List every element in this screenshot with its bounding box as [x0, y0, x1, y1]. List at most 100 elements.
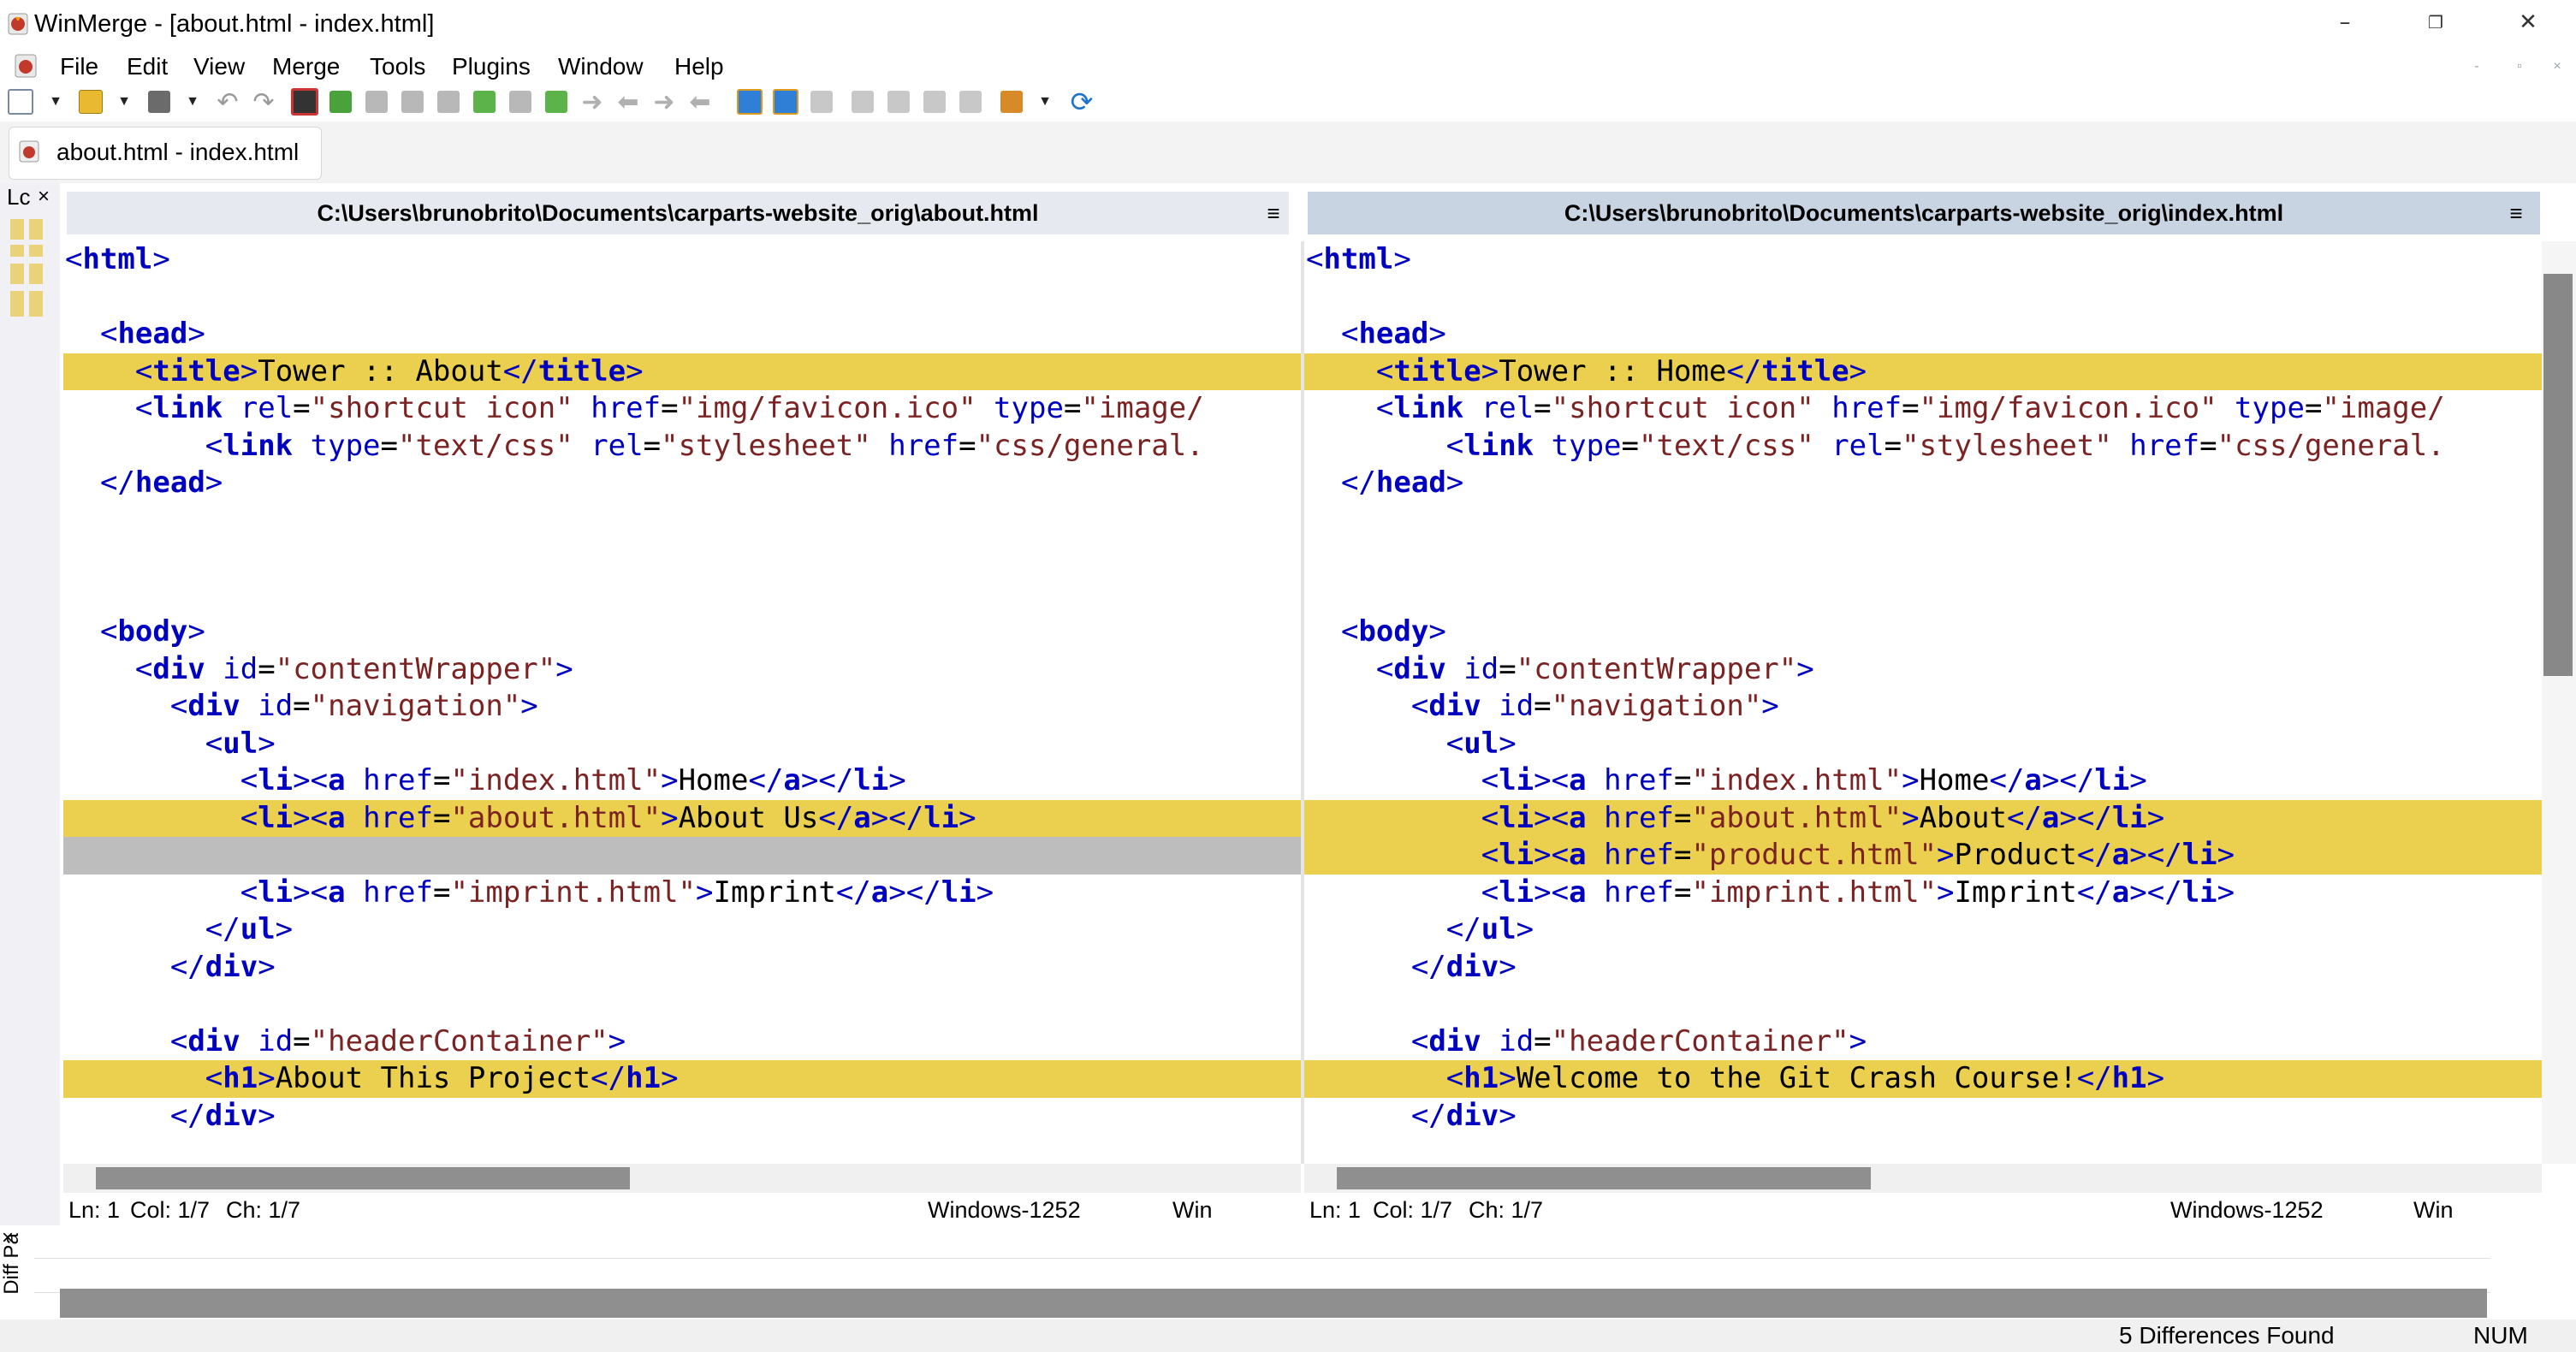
right-code-line[interactable]: <li><a href="imprint.html">Imprint</a></… [1304, 875, 2542, 912]
last-diff-icon[interactable] [433, 86, 464, 118]
left-horizontal-scrollbar-thumb[interactable] [96, 1167, 630, 1189]
left-code-line[interactable]: </head> [63, 465, 1301, 502]
left-code-line[interactable]: <html> [63, 241, 1301, 279]
right-code-line[interactable]: <h1>Welcome to the Git Crash Course!</h1… [1304, 1060, 2542, 1098]
options-icon[interactable] [996, 86, 1027, 118]
left-code-line[interactable]: <link type="text/css" rel="stylesheet" h… [63, 428, 1301, 465]
undo-icon[interactable]: ↶ [212, 86, 243, 118]
left-code-line[interactable]: <div id="navigation"> [63, 688, 1301, 726]
open-folder-icon[interactable] [75, 86, 106, 118]
right-code-line[interactable]: <link type="text/css" rel="stylesheet" h… [1304, 428, 2542, 465]
copy-right-advance-icon[interactable]: ➜ [649, 86, 680, 118]
left-code-line[interactable]: <body> [63, 614, 1301, 651]
menu-plugins[interactable]: Plugins [452, 48, 531, 86]
next-file-icon[interactable] [919, 86, 950, 118]
right-code-line[interactable] [1304, 539, 2542, 577]
left-code-line[interactable] [63, 539, 1301, 577]
left-editor-pane[interactable]: <html> <head> <title>Tower :: About</tit… [63, 241, 1301, 1164]
right-code-line[interactable]: <li><a href="index.html">Home</a></li> [1304, 762, 2542, 800]
left-code-line[interactable]: <div id="headerContainer"> [63, 1023, 1301, 1061]
restore-button[interactable]: ❐ [2393, 0, 2478, 48]
left-code-line[interactable]: <h1>About This Project</h1> [63, 1060, 1301, 1098]
next-conflict-icon[interactable] [505, 86, 536, 118]
copy-all-left-icon[interactable] [770, 86, 801, 118]
right-code-line[interactable]: <div id="headerContainer"> [1304, 1023, 2542, 1061]
filter-icon[interactable] [289, 86, 320, 118]
right-code-line[interactable] [1304, 986, 2542, 1023]
first-diff-icon[interactable] [397, 86, 428, 118]
prev-conflict-icon[interactable] [541, 86, 572, 118]
right-code-line[interactable]: <div id="navigation"> [1304, 688, 2542, 726]
right-code-line[interactable] [1304, 577, 2542, 614]
open-dropdown-icon[interactable]: ▼ [115, 89, 134, 115]
save-icon[interactable] [144, 86, 175, 118]
save-dropdown-icon[interactable]: ▼ [183, 89, 202, 115]
right-code-line[interactable]: <title>Tower :: Home</title> [1304, 353, 2542, 390]
mdi-close-button[interactable]: × [2538, 50, 2576, 84]
right-code-line[interactable]: </head> [1304, 465, 2542, 502]
prev-diff-icon[interactable] [361, 86, 392, 118]
right-code-line[interactable]: <link rel="shortcut icon" href="img/favi… [1304, 390, 2542, 428]
refresh-icon[interactable]: ⟳ [1066, 86, 1097, 118]
left-code-line[interactable]: </ul> [63, 911, 1301, 949]
merge-icon[interactable] [806, 86, 837, 118]
first-file-icon[interactable] [847, 86, 878, 118]
menu-view[interactable]: View [193, 48, 245, 86]
right-code-line[interactable]: </div> [1304, 949, 2542, 987]
location-pane-close-button[interactable]: × [38, 183, 50, 211]
left-code-line[interactable]: <li><a href="imprint.html">Imprint</a></… [63, 875, 1301, 912]
menu-help[interactable]: Help [674, 48, 724, 86]
redo-icon[interactable]: ↷ [248, 86, 279, 118]
right-code-line[interactable] [1304, 502, 2542, 540]
mdi-restore-button[interactable]: ▫ [2501, 50, 2538, 84]
left-code-line[interactable] [63, 502, 1301, 540]
right-code-line[interactable]: </ul> [1304, 911, 2542, 949]
right-code-line[interactable]: <li><a href="about.html">About</a></li> [1304, 799, 2542, 837]
left-code-line[interactable] [63, 837, 1301, 875]
left-code-line[interactable]: <head> [63, 316, 1301, 353]
right-code-line[interactable] [1304, 279, 2542, 317]
new-icon[interactable] [5, 86, 36, 118]
vertical-scrollbar-thumb[interactable] [2543, 274, 2573, 676]
left-code-line[interactable] [63, 986, 1301, 1023]
menu-file[interactable]: File [60, 48, 98, 86]
options-dropdown-icon[interactable]: ▼ [1036, 89, 1054, 115]
copy-left-advance-icon[interactable]: ⬅ [685, 86, 715, 118]
right-code-line[interactable]: <body> [1304, 614, 2542, 651]
last-file-icon[interactable] [955, 86, 986, 118]
close-button[interactable]: ✕ [2485, 0, 2571, 48]
left-header-menu-icon[interactable]: ≡ [1256, 192, 1291, 234]
menu-merge[interactable]: Merge [272, 48, 340, 86]
document-system-menu-icon[interactable] [12, 51, 41, 80]
copy-all-right-icon[interactable] [734, 86, 765, 118]
right-code-line[interactable]: <div id="contentWrapper"> [1304, 651, 2542, 689]
new-dropdown-icon[interactable]: ▼ [46, 89, 65, 115]
right-code-line[interactable]: <html> [1304, 241, 2542, 279]
right-code-line[interactable]: <li><a href="product.html">Product</a></… [1304, 837, 2542, 875]
location-pane[interactable] [0, 183, 60, 1225]
right-code-line[interactable]: <head> [1304, 316, 2542, 353]
copy-right-icon[interactable]: ➜ [577, 86, 608, 118]
copy-left-icon[interactable]: ⬅ [613, 86, 644, 118]
menu-window[interactable]: Window [558, 48, 644, 86]
menu-tools[interactable]: Tools [370, 48, 425, 86]
left-code-line[interactable]: <title>Tower :: About</title> [63, 353, 1301, 390]
prev-file-icon[interactable] [883, 86, 914, 118]
left-code-line[interactable]: <link rel="shortcut icon" href="img/favi… [63, 390, 1301, 428]
left-code-line[interactable]: <div id="contentWrapper"> [63, 651, 1301, 689]
current-diff-icon[interactable] [469, 86, 500, 118]
right-code-line[interactable]: </div> [1304, 1098, 2542, 1136]
left-code-line[interactable] [63, 279, 1301, 317]
diff-pane-scrollbar[interactable] [60, 1289, 2487, 1318]
left-code-line[interactable]: </div> [63, 1098, 1301, 1136]
left-code-line[interactable]: </div> [63, 949, 1301, 987]
menu-edit[interactable]: Edit [127, 48, 168, 86]
right-code-line[interactable]: <ul> [1304, 726, 2542, 763]
right-header-menu-icon[interactable]: ≡ [2499, 192, 2533, 234]
left-code-line[interactable] [63, 577, 1301, 614]
next-diff-icon[interactable] [325, 86, 356, 118]
left-code-line[interactable]: <li><a href="about.html">About Us</a></l… [63, 799, 1301, 837]
minimize-button[interactable]: – [2302, 0, 2388, 48]
left-code-line[interactable]: <li><a href="index.html">Home</a></li> [63, 762, 1301, 800]
right-horizontal-scrollbar-thumb[interactable] [1337, 1167, 1871, 1189]
